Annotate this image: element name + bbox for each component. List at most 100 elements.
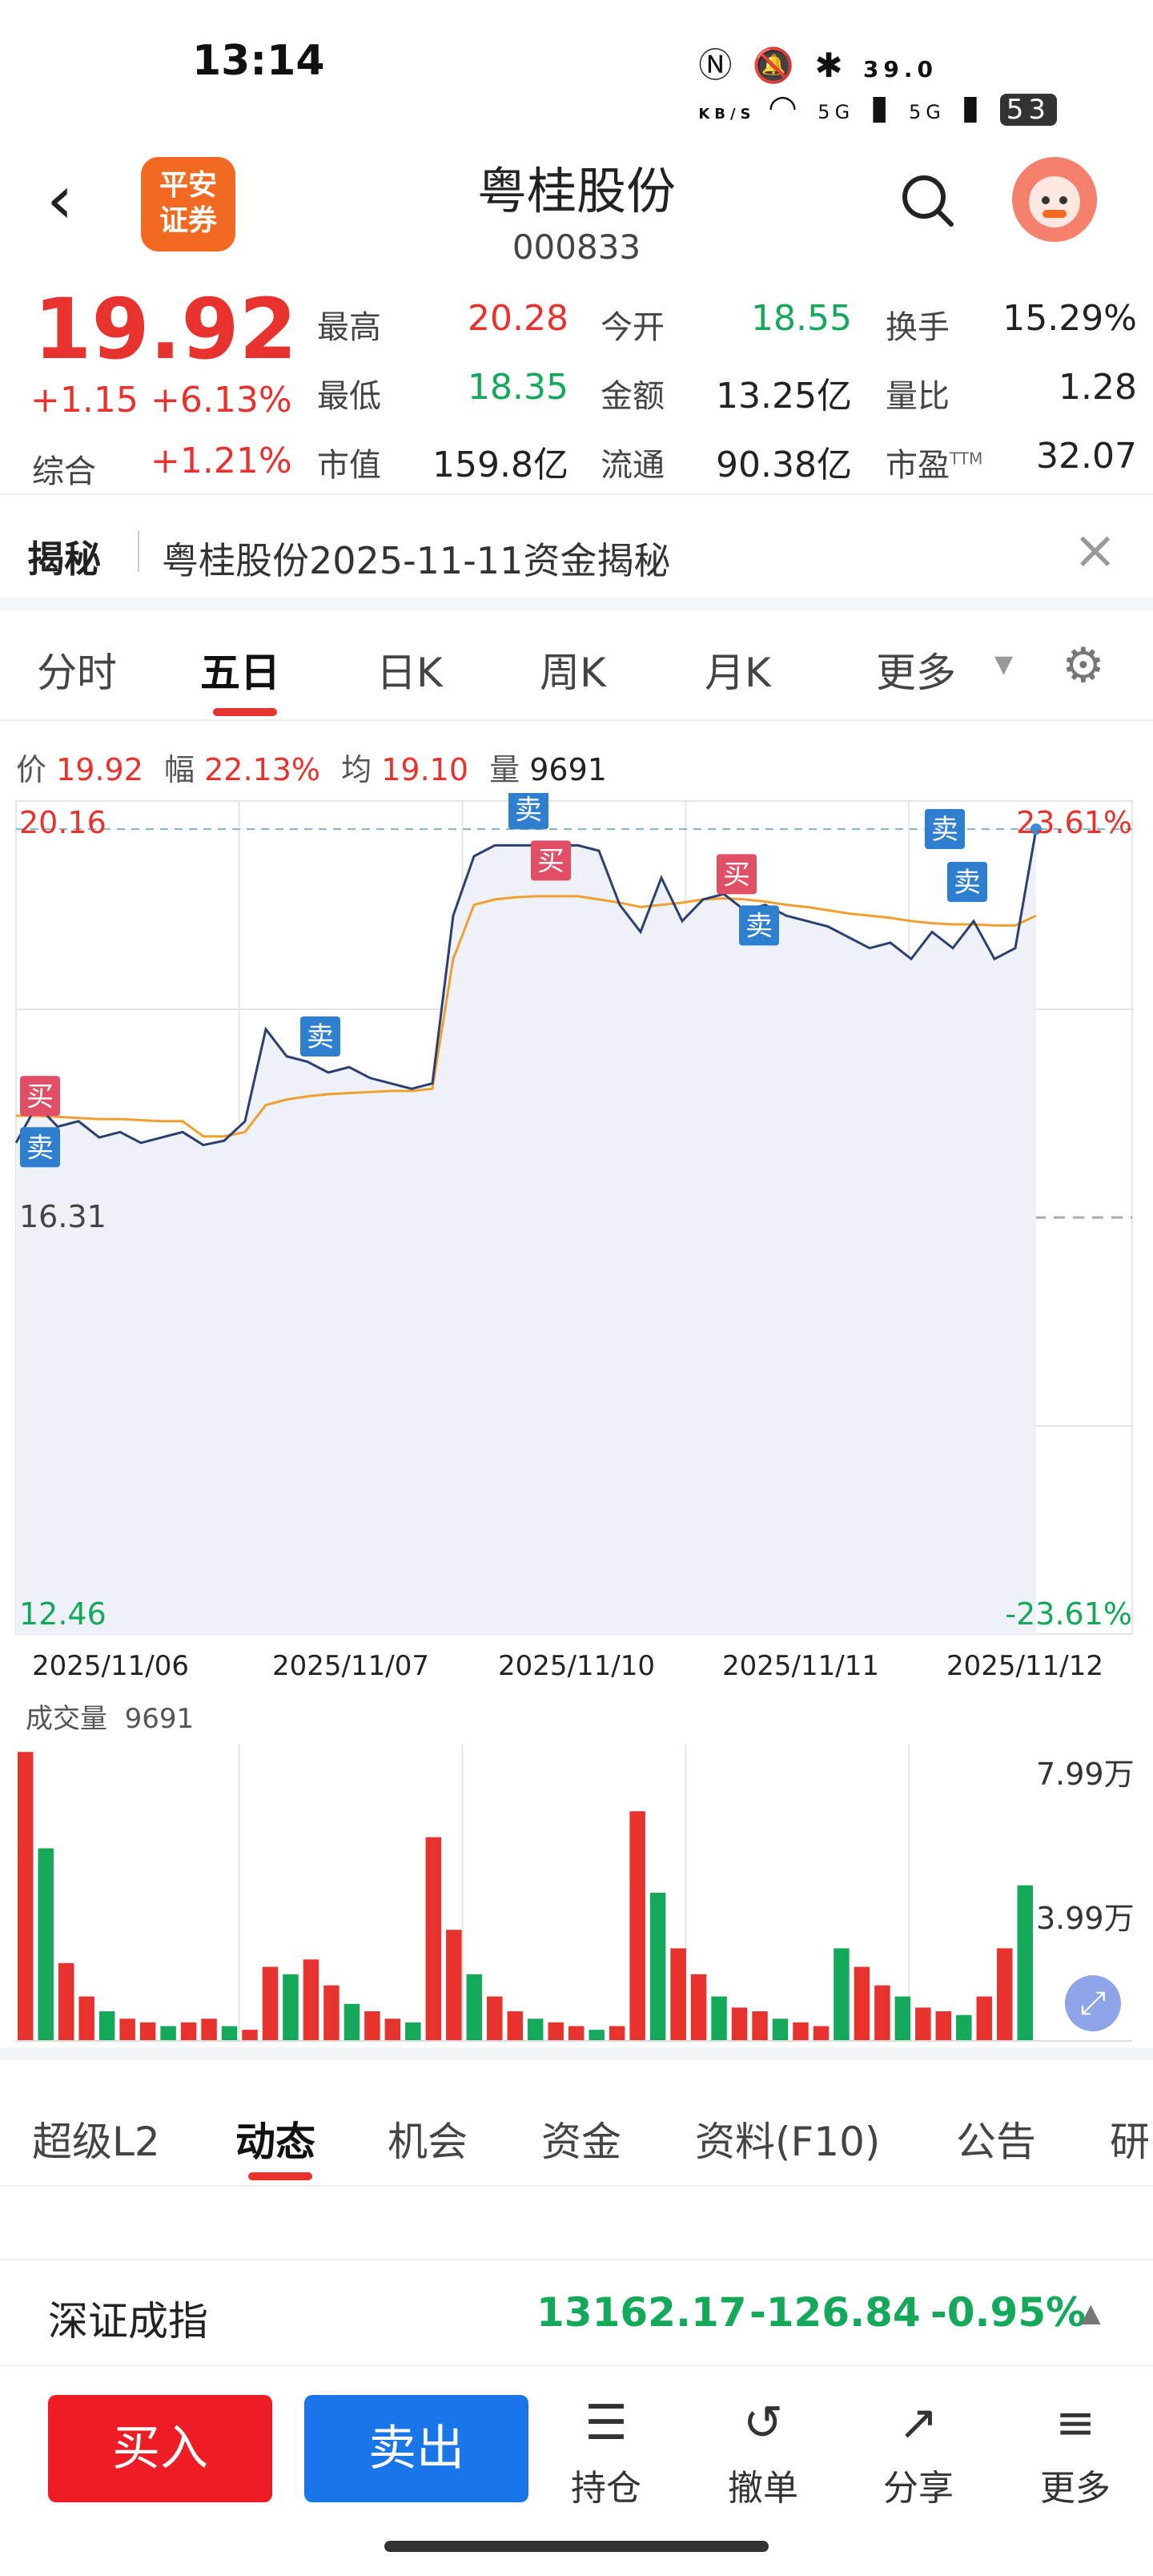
volume-bar (487, 1996, 503, 2041)
sell-button[interactable]: 卖出 (304, 2395, 528, 2502)
quote-value: 32.07 (1036, 436, 1137, 477)
quote-label: 最低 (317, 378, 381, 415)
price-chart[interactable]: 买卖卖卖买 买卖卖卖20.1616.3112.4623.61%-23.61% (0, 793, 1153, 1642)
more-icon: ≡ (1055, 2395, 1096, 2451)
signal-5g-2: 5G (909, 101, 946, 123)
index-value: 13162.17 (536, 2289, 747, 2336)
divider (0, 2047, 1153, 2060)
sell-marker: 卖 (739, 905, 779, 946)
volume-bar (528, 2019, 544, 2041)
tab-f10[interactable]: 资料(F10) (695, 2110, 880, 2167)
volume-bar (201, 2019, 217, 2041)
x-axis-label: 2025/11/11 (722, 1650, 879, 1682)
share-button[interactable]: ↗ 分享 (858, 2395, 978, 2510)
sell-marker: 卖 (925, 809, 965, 849)
reveal-tag: 揭秘 (27, 537, 101, 581)
tab-research[interactable]: 研 (1110, 2110, 1150, 2167)
gear-icon[interactable]: ⚙ (1062, 638, 1105, 694)
signal-icon: ▮ (961, 87, 985, 127)
volume-bar (446, 1930, 462, 2041)
buy-button[interactable]: 买入 (48, 2395, 272, 2502)
marker-label: 买 (537, 845, 564, 877)
volume-bar (139, 2022, 156, 2041)
expand-icon[interactable]: ⤢ (1065, 1975, 1121, 2031)
reveal-bar[interactable]: 揭秘 粤桂股份2025-11-11资金揭秘 × (0, 503, 1153, 598)
volume-bar (813, 2026, 830, 2041)
sell-marker: 卖 (300, 1016, 340, 1057)
home-indicator[interactable] (384, 2541, 769, 2552)
quote-label: 最高 (317, 309, 381, 346)
tab-weekly-k[interactable]: 周K (540, 641, 606, 698)
wifi-icon: ◠ (768, 87, 802, 127)
assistant-avatar[interactable] (1012, 157, 1097, 242)
quote-value: 159.8亿 (432, 445, 568, 485)
volume-bar (283, 1974, 299, 2041)
index-change: -126.84 (749, 2289, 921, 2336)
search-icon[interactable] (900, 173, 954, 227)
y-axis-bottom-label: 12.46 (19, 1596, 106, 1632)
volume-bar (935, 2011, 952, 2041)
position-icon: ☰ (585, 2395, 628, 2451)
position-button[interactable]: ☰ 持仓 (546, 2395, 666, 2510)
chevron-down-icon[interactable]: ▼ (994, 650, 1013, 678)
tab-five-day[interactable]: 五日 (200, 641, 280, 698)
volume-bar (38, 1848, 54, 2041)
volume-bar (242, 2030, 258, 2041)
reveal-text[interactable]: 粤桂股份2025-11-11资金揭秘 (162, 532, 670, 585)
tab-opportunity[interactable]: 机会 (388, 2110, 468, 2167)
tab-super-l2[interactable]: 超级L2 (32, 2110, 160, 2167)
volume-bar (1017, 1885, 1033, 2041)
volume-bar (609, 2026, 625, 2041)
x-axis-label: 2025/11/06 (32, 1650, 189, 1682)
volume-bar (548, 2022, 564, 2041)
volume-bar (752, 2011, 768, 2041)
volume-bar (874, 1985, 890, 2041)
volume-label: 成交量 9691 (26, 1703, 195, 1735)
volume-bar (997, 1948, 1013, 2041)
divider (0, 493, 1153, 495)
nfc-icon: Ⓝ (698, 46, 737, 85)
chevron-up-icon[interactable]: ▲ (1081, 2297, 1101, 2328)
signal-5g-1: 5G (818, 101, 855, 123)
tab-capital[interactable]: 资金 (541, 2110, 621, 2167)
sell-marker: 卖 (20, 1127, 60, 1168)
tab-underline (248, 2172, 312, 2180)
tab-announcement[interactable]: 公告 (956, 2110, 1036, 2167)
y-axis-mid-label: 16.31 (19, 1199, 106, 1234)
tab-daily-k[interactable]: 日K (376, 641, 443, 698)
volume-max-label: 7.99万 (1036, 1757, 1135, 1792)
index-label: 综合 (32, 453, 96, 490)
status-time: 13:14 (192, 37, 325, 85)
divider (138, 530, 139, 572)
volume-bar (384, 2019, 401, 2041)
more-button[interactable]: ≡ 更多 (1015, 2395, 1135, 2510)
index-change: +1.21% (151, 441, 292, 481)
quote-value: 18.35 (468, 367, 568, 408)
quote-value: 1.28 (1059, 367, 1137, 408)
index-ticker[interactable]: 深证成指 13162.17 -126.84 -0.95% ▲ (0, 2259, 1153, 2365)
marker-label: 卖 (745, 910, 773, 942)
volume-bar (303, 1959, 319, 2041)
tab-intraday[interactable]: 分时 (37, 641, 117, 698)
marker-label: 卖 (954, 867, 981, 899)
x-axis-label: 2025/11/10 (498, 1650, 655, 1682)
volume-bar (405, 2022, 421, 2041)
quote-value: 20.28 (468, 298, 568, 339)
tab-more[interactable]: 更多 (876, 641, 956, 698)
share-icon: ↗ (898, 2395, 939, 2451)
volume-chart[interactable] (0, 1737, 1153, 2049)
volume-bar (160, 2026, 176, 2041)
quote-label: 换手 (886, 309, 950, 346)
close-icon[interactable]: × (1073, 519, 1117, 581)
index-name: 深证成指 (48, 2298, 208, 2345)
volume-bar (58, 1962, 74, 2041)
marker-label: 买 (723, 859, 750, 891)
x-axis-label: 2025/11/12 (946, 1650, 1103, 1682)
bluetooth-icon: ✱ (814, 46, 848, 85)
tab-news[interactable]: 动态 (235, 2110, 315, 2167)
tab-monthly-k[interactable]: 月K (705, 641, 771, 698)
cancel-order-button[interactable]: ↺ 撤单 (703, 2395, 823, 2510)
volume-bar (18, 1752, 34, 2041)
volume-bar (466, 1974, 483, 2041)
volume-bar (364, 2011, 380, 2041)
